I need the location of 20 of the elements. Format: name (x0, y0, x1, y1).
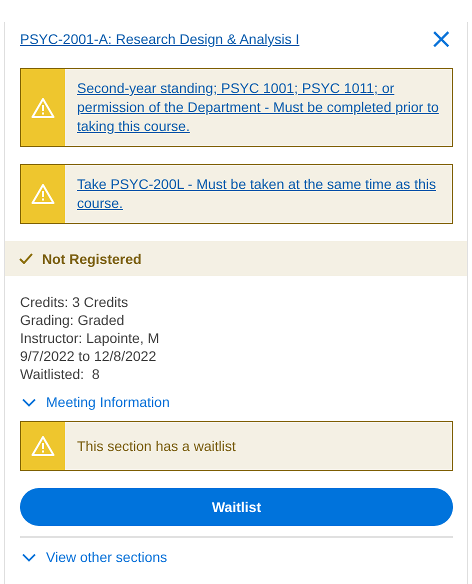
course-title-link[interactable]: PSYC-2001-A: Research Design & Analysis I (20, 31, 300, 47)
registration-status: Not Registered (42, 250, 142, 266)
waitlist-button[interactable]: Waitlist (20, 488, 453, 526)
requisite-link[interactable]: Second-year standing; PSYC 1001; PSYC 1011; or permission of the Department - Must be completed prior to taking this course. (77, 79, 440, 136)
alert-message: This section has a waitlist (77, 438, 236, 454)
expand-toggle[interactable]: View other sections (20, 547, 170, 567)
detail-line: Credits: 3 Credits (20, 293, 130, 311)
detail-line: Instructor: Lapointe, M (20, 329, 160, 347)
warning-icon (31, 96, 55, 118)
detail-line: Waitlisted: 8 (20, 365, 101, 383)
checkmark-icon (19, 253, 33, 264)
detail-line: 9/7/2022 to 12/8/2022 (20, 347, 158, 365)
close-button[interactable]: × (426, 27, 457, 51)
warning-icon (31, 183, 55, 205)
expand-toggle[interactable]: Meeting Information (20, 392, 172, 412)
detail-line: Grading: Graded (20, 311, 126, 329)
chevron-icon (22, 398, 36, 406)
warning-icon (31, 435, 55, 457)
requisite-link[interactable]: Take PSYC-200L - Must be taken at the same time as this course. (77, 175, 440, 213)
chevron-icon (22, 552, 36, 562)
